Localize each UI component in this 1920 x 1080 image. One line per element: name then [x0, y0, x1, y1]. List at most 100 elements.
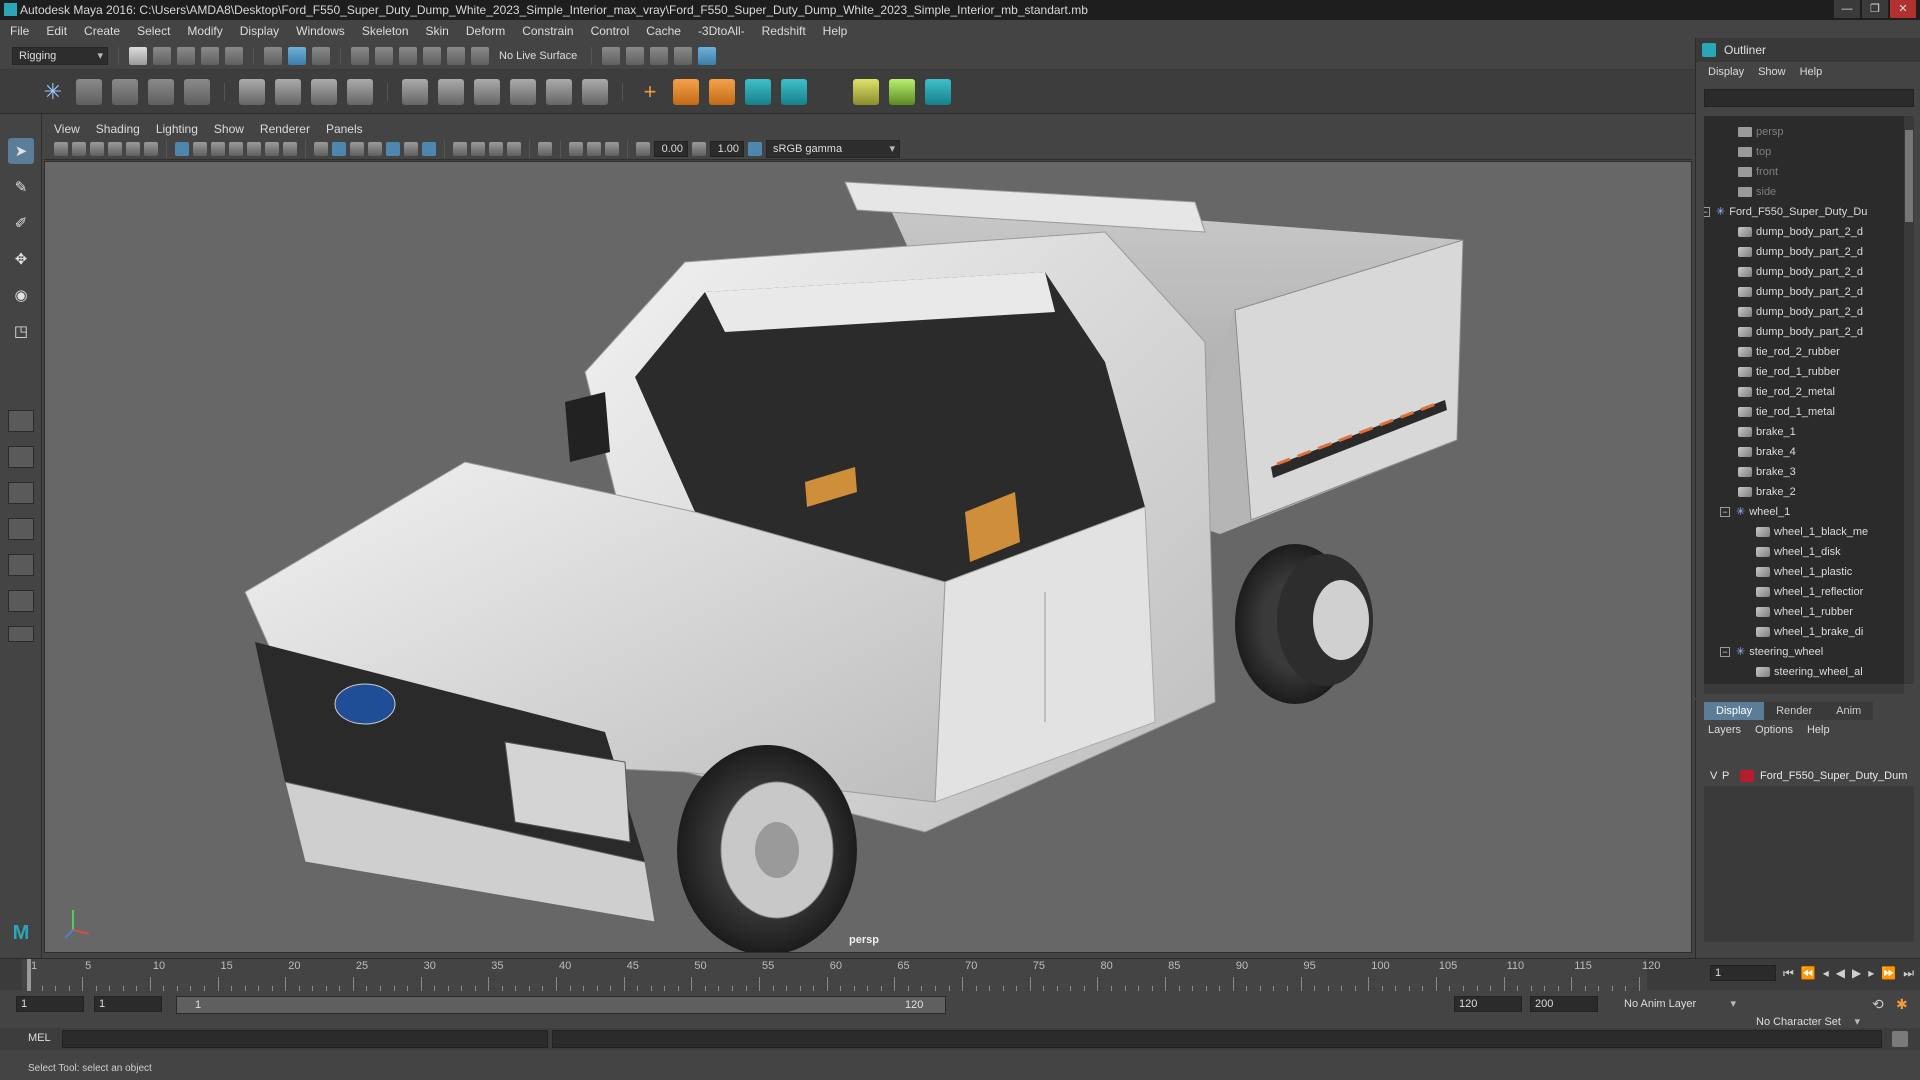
bookmark-icon[interactable]: [90, 141, 104, 156]
viewport-menu-show[interactable]: Show: [214, 122, 244, 136]
snap-curve-icon[interactable]: [375, 46, 393, 65]
redo-icon[interactable]: [225, 46, 243, 65]
gate-mask-icon[interactable]: [229, 141, 243, 156]
make-live-icon[interactable]: [471, 46, 489, 65]
step-forward-frame-icon[interactable]: ▸: [1868, 966, 1874, 980]
menu-display[interactable]: Display: [240, 24, 279, 38]
outliner-item[interactable]: brake_4: [1738, 442, 1796, 462]
outliner-item[interactable]: wheel_1_rubber: [1756, 602, 1853, 622]
exposure-icon[interactable]: [636, 141, 650, 156]
outliner-item[interactable]: top: [1738, 142, 1771, 162]
exposure-field[interactable]: 0.00: [654, 140, 688, 157]
insert-joint-icon[interactable]: [148, 78, 174, 105]
joint-tool-icon[interactable]: ✳: [40, 79, 66, 105]
snap-grid-icon[interactable]: [351, 46, 369, 65]
maximize-button[interactable]: ❐: [1862, 0, 1888, 18]
locator-joint-icon[interactable]: [673, 78, 699, 105]
outliner-item[interactable]: wheel_1_brake_di: [1756, 622, 1863, 642]
outliner-horizontal-scrollbar[interactable]: [1704, 684, 1904, 694]
time-ruler[interactable]: 1 5 10 15 20 25 30 35 40 45 50 55 60 65 70 75 80 85 90 95 10…: [22, 959, 1660, 991]
viewport-menu-view[interactable]: View: [54, 122, 80, 136]
script-editor-icon[interactable]: [1892, 1031, 1908, 1047]
go-to-start-icon[interactable]: ⏮: [1783, 966, 1794, 981]
blend-shape-icon[interactable]: [853, 78, 879, 105]
multisample-icon[interactable]: [489, 141, 503, 156]
tab-display[interactable]: Display: [1704, 702, 1765, 720]
menu-help[interactable]: Help: [823, 24, 848, 38]
outliner-item[interactable]: tie_rod_2_rubber: [1738, 342, 1840, 362]
ambient-occlusion-icon[interactable]: [453, 141, 467, 156]
humanik-icon[interactable]: [184, 78, 210, 105]
outliner-menu-display[interactable]: Display: [1708, 66, 1744, 84]
playback-start-field[interactable]: 1: [94, 996, 162, 1012]
isolate-select-icon[interactable]: [538, 141, 552, 156]
ik-spline-icon[interactable]: [112, 78, 138, 105]
custom-layout-button[interactable]: [8, 626, 34, 642]
tab-render[interactable]: Render: [1764, 702, 1825, 720]
auto-key-icon[interactable]: ⟲: [1872, 996, 1884, 1013]
two-d-pan-icon[interactable]: [126, 141, 140, 156]
image-plane-icon[interactable]: [108, 141, 122, 156]
outliner-layout-button[interactable]: [8, 518, 34, 540]
outliner-item[interactable]: brake_2: [1738, 482, 1796, 502]
outliner-item[interactable]: wheel_1_reflectior: [1756, 582, 1863, 602]
new-scene-icon[interactable]: [129, 46, 147, 65]
xray-components-icon[interactable]: [605, 141, 619, 156]
command-input[interactable]: [62, 1030, 548, 1048]
tab-anim[interactable]: Anim: [1824, 702, 1874, 720]
menu-control[interactable]: Control: [591, 24, 630, 38]
layer-row[interactable]: V P Ford_F550_Super_Duty_Dum: [1704, 766, 1914, 786]
menu-edit[interactable]: Edit: [46, 24, 67, 38]
motion-blur-icon[interactable]: [471, 141, 485, 156]
maya-script-b-icon[interactable]: [781, 78, 807, 105]
outliner-item[interactable]: − ✳ Ford_F550_Super_Duty_Du: [1704, 202, 1867, 222]
cluster-icon[interactable]: [347, 78, 373, 105]
scrollbar-thumb[interactable]: [1905, 130, 1913, 222]
xray-joints-icon[interactable]: [587, 141, 601, 156]
use-all-lights-icon[interactable]: [404, 141, 418, 156]
outliner-item[interactable]: tie_rod_1_rubber: [1738, 362, 1840, 382]
menu-windows[interactable]: Windows: [296, 24, 345, 38]
menu-create[interactable]: Create: [84, 24, 120, 38]
maya-script-a-icon[interactable]: [745, 78, 771, 105]
ik-handle-icon[interactable]: [76, 78, 102, 105]
color-management-icon[interactable]: [748, 141, 762, 156]
outliner-item[interactable]: dump_body_part_2_d: [1738, 222, 1863, 242]
textured-icon[interactable]: [386, 141, 400, 156]
outliner-menu-show[interactable]: Show: [1758, 66, 1786, 84]
open-scene-icon[interactable]: [153, 46, 171, 65]
animation-end-field[interactable]: 200: [1530, 996, 1598, 1012]
current-time-indicator[interactable]: [27, 959, 31, 991]
resolution-gate-icon[interactable]: [211, 141, 225, 156]
menu-set-dropdown[interactable]: Rigging: [12, 46, 108, 65]
render-frame-icon[interactable]: [626, 46, 645, 65]
gamma-icon[interactable]: [692, 141, 706, 156]
menu-select[interactable]: Select: [137, 24, 170, 38]
outliner-item[interactable]: wheel_1_plastic: [1756, 562, 1852, 582]
field-chart-icon[interactable]: [247, 141, 261, 156]
orient-constraint-icon[interactable]: [474, 78, 500, 105]
snap-view-plane-icon[interactable]: [423, 46, 441, 65]
viewport-menu-renderer[interactable]: Renderer: [260, 122, 310, 136]
outliner-vertical-scrollbar[interactable]: [1904, 116, 1914, 684]
pole-vector-icon[interactable]: [582, 78, 608, 105]
joint-orient-icon[interactable]: [709, 78, 735, 105]
xray-icon[interactable]: [569, 141, 583, 156]
render-settings-icon[interactable]: [674, 46, 693, 65]
anim-preferences-icon[interactable]: ✱: [1896, 996, 1908, 1013]
paint-select-tool-icon[interactable]: ✐: [8, 210, 34, 236]
outliner-item[interactable]: persp: [1738, 122, 1784, 142]
lattice-icon[interactable]: [311, 78, 337, 105]
smooth-shade-icon[interactable]: [332, 141, 346, 156]
menu-cache[interactable]: Cache: [646, 24, 681, 38]
go-to-end-icon[interactable]: ⏭: [1903, 966, 1914, 981]
viewport-menu-lighting[interactable]: Lighting: [156, 122, 198, 136]
hypershade-layout-button[interactable]: [8, 590, 34, 612]
layer-color-swatch[interactable]: [1740, 770, 1754, 782]
outliner-item[interactable]: − ✳ wheel_1: [1720, 502, 1790, 522]
anim-layer-dropdown[interactable]: No Anim Layer: [1618, 996, 1740, 1014]
undo-icon[interactable]: [201, 46, 219, 65]
hypershade-icon[interactable]: [698, 46, 717, 65]
select-hierarchy-icon[interactable]: [264, 46, 282, 65]
outliner-item[interactable]: side: [1738, 182, 1776, 202]
